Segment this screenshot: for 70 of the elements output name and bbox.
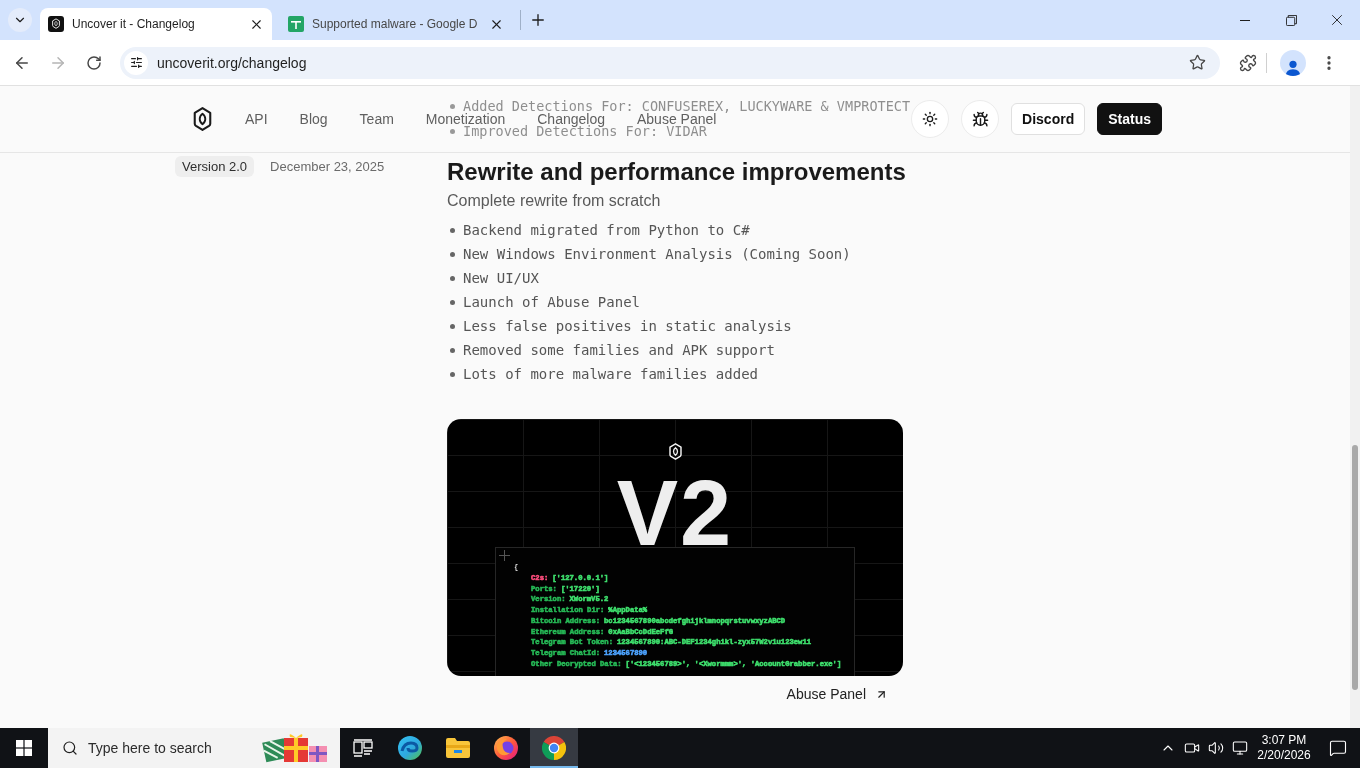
header-button[interactable]: Discord (1011, 103, 1086, 135)
sun-icon (922, 111, 939, 127)
tab-title: Supported malware - Google D (312, 16, 479, 32)
task-view-icon (353, 739, 373, 757)
swirl-icon (398, 736, 422, 760)
list-item: New Windows Environment Analysis (Coming Soon) (463, 245, 851, 264)
nav-link[interactable]: Blog (299, 111, 328, 127)
nav-link[interactable]: Monetization (425, 111, 506, 127)
browser-tab[interactable]: Uncover it - Changelog (40, 8, 272, 40)
logo-icon (668, 443, 682, 460)
release-date: December 23, 2025 (270, 158, 385, 176)
entry-subtitle: Complete rewrite from scratch (447, 191, 661, 211)
banner-heading: V2 (616, 479, 734, 547)
bug-report-button[interactable] (961, 100, 1000, 138)
list-item: Removed some families and APK support (463, 341, 775, 360)
flame-globe-icon (494, 736, 518, 760)
entry-title: Rewrite and performance improvements (447, 158, 906, 186)
tab-search-button[interactable] (8, 8, 32, 32)
camera-icon[interactable] (1184, 740, 1200, 756)
clock-time[interactable]: 3:07 PM (1261, 733, 1307, 748)
star-icon[interactable] (1189, 53, 1206, 71)
nav-link[interactable]: Abuse Panel (636, 111, 717, 127)
folder-icon (446, 738, 470, 758)
new-tab-icon[interactable] (529, 11, 547, 29)
clock-date[interactable]: 2/20/2026 (1257, 748, 1311, 763)
speaker-icon[interactable] (1208, 740, 1224, 756)
bullet-icon (450, 323, 455, 329)
scrollbar-track[interactable] (1350, 86, 1360, 728)
bullet-icon (450, 227, 455, 233)
tab-title: Uncover it - Changelog (72, 16, 196, 32)
bullet-icon (450, 103, 455, 109)
browser-tab[interactable]: Supported malware - Google D (280, 8, 512, 40)
profile-icon[interactable] (1280, 49, 1306, 76)
sheet-icon (288, 16, 304, 32)
bullet-icon (450, 251, 455, 257)
wheel-icon (542, 736, 566, 760)
search-icon (62, 740, 78, 756)
bullet-icon (450, 275, 455, 281)
gift-icon (262, 732, 330, 764)
monitor-icon[interactable] (1232, 740, 1248, 756)
address-field[interactable]: uncoverit.org/changelog (120, 46, 1220, 79)
version-badge: Version 2.0 (175, 156, 255, 177)
nav-link[interactable]: Changelog (537, 111, 605, 127)
puzzle-icon[interactable] (1239, 53, 1257, 72)
scrollbar-thumb[interactable] (1352, 445, 1358, 690)
bullet-icon (450, 299, 455, 305)
theme-toggle-button[interactable] (911, 100, 950, 138)
list-item: Launch of Abuse Panel (463, 293, 640, 312)
nav-link[interactable]: API (245, 111, 268, 127)
reload-icon[interactable] (86, 54, 102, 71)
logo-icon (193, 107, 212, 131)
list-item: Added Detections For: CONFUSEREX, LUCKYWARE & VMPROTECT (463, 98, 911, 114)
bullet-icon (450, 347, 455, 353)
crosshair-icon (499, 550, 510, 561)
list-item: Lots of more malware families added (463, 365, 758, 384)
logo-icon (48, 16, 64, 32)
abuse-panel-link[interactable]: Abuse Panel (786, 685, 888, 703)
minimize-icon (1240, 19, 1250, 21)
list-item: Backend migrated from Python to C# (463, 221, 750, 240)
restore-icon (1285, 14, 1297, 26)
bug-icon (971, 110, 989, 128)
header-button[interactable]: Status (1097, 103, 1162, 135)
list-item: Less false positives in static analysis (463, 317, 792, 336)
bullet-icon (450, 128, 455, 134)
taskbar-button[interactable] (530, 728, 578, 768)
notification-icon[interactable] (1329, 739, 1347, 757)
start-icon (16, 740, 32, 756)
list-item: New UI/UX (463, 269, 539, 288)
bullet-icon (450, 371, 455, 377)
nav-link[interactable]: Team (359, 111, 394, 127)
